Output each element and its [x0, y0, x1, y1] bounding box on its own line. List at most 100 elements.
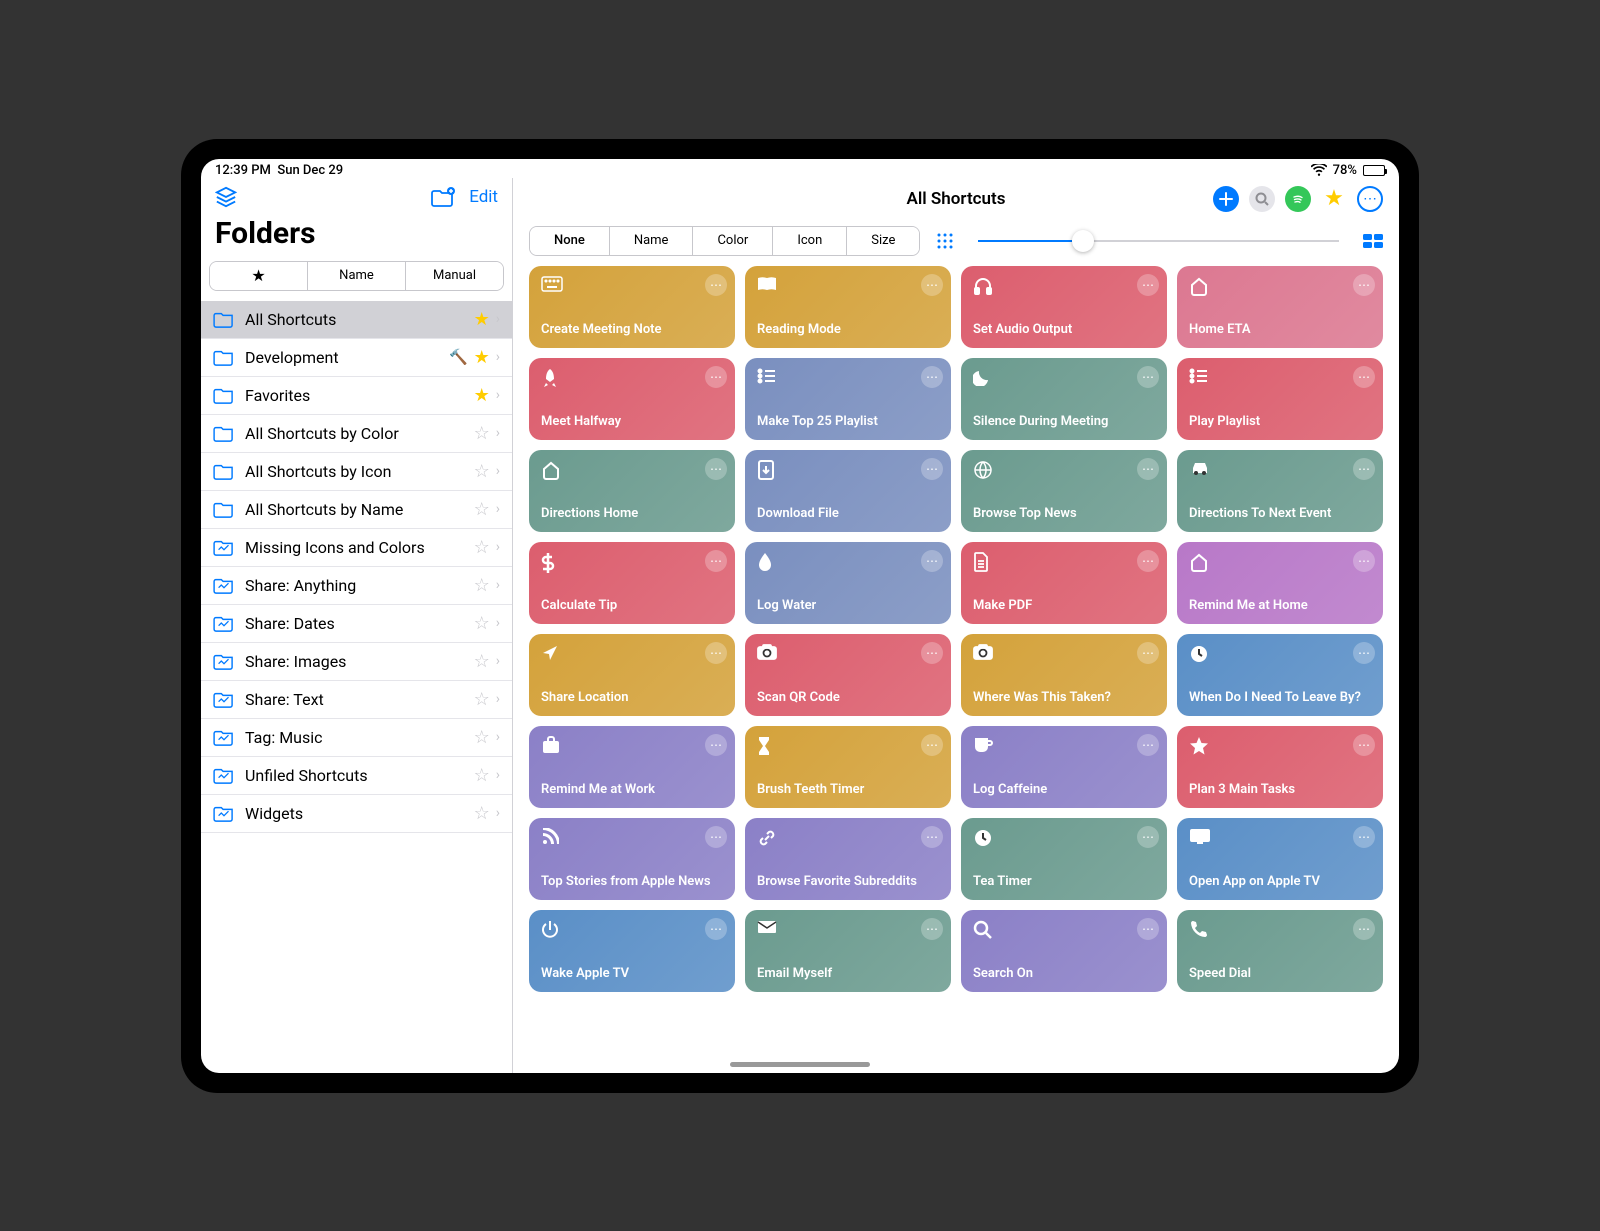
- sort-manual[interactable]: Manual: [406, 262, 503, 290]
- folder-item[interactable]: Share: Text ☆ ›: [201, 681, 512, 719]
- shortcut-card[interactable]: Remind Me at Work ⋯: [529, 726, 735, 808]
- star-icon[interactable]: ☆: [474, 803, 490, 824]
- star-icon[interactable]: ★: [474, 309, 490, 330]
- shortcut-card[interactable]: Tea Timer ⋯: [961, 818, 1167, 900]
- shortcut-card[interactable]: Play Playlist ⋯: [1177, 358, 1383, 440]
- sort-size[interactable]: Size: [847, 227, 919, 255]
- card-more-button[interactable]: ⋯: [1353, 734, 1375, 756]
- folder-item[interactable]: Tag: Music ☆ ›: [201, 719, 512, 757]
- folder-item[interactable]: Share: Dates ☆ ›: [201, 605, 512, 643]
- search-button[interactable]: [1249, 186, 1275, 212]
- folder-item[interactable]: Missing Icons and Colors ☆ ›: [201, 529, 512, 567]
- card-more-button[interactable]: ⋯: [1353, 458, 1375, 480]
- sort-none[interactable]: None: [530, 227, 610, 255]
- card-more-button[interactable]: ⋯: [921, 366, 943, 388]
- favorite-button[interactable]: ★: [1321, 186, 1347, 212]
- shortcut-card[interactable]: Reading Mode ⋯: [745, 266, 951, 348]
- card-more-button[interactable]: ⋯: [705, 366, 727, 388]
- card-more-button[interactable]: ⋯: [1353, 274, 1375, 296]
- shortcut-card[interactable]: Silence During Meeting ⋯: [961, 358, 1167, 440]
- card-more-button[interactable]: ⋯: [1353, 550, 1375, 572]
- shortcut-card[interactable]: Search On ⋯: [961, 910, 1167, 992]
- shortcut-card[interactable]: Email Myself ⋯: [745, 910, 951, 992]
- folder-item[interactable]: Widgets ☆ ›: [201, 795, 512, 833]
- shortcut-card[interactable]: Wake Apple TV ⋯: [529, 910, 735, 992]
- star-icon[interactable]: ☆: [474, 461, 490, 482]
- shortcut-card[interactable]: Directions To Next Event ⋯: [1177, 450, 1383, 532]
- card-more-button[interactable]: ⋯: [921, 918, 943, 940]
- folder-item[interactable]: All Shortcuts by Icon ☆ ›: [201, 453, 512, 491]
- star-icon[interactable]: ☆: [474, 499, 490, 520]
- shortcut-card[interactable]: When Do I Need To Leave By? ⋯: [1177, 634, 1383, 716]
- card-more-button[interactable]: ⋯: [705, 458, 727, 480]
- shortcut-card[interactable]: Meet Halfway ⋯: [529, 358, 735, 440]
- shortcut-card[interactable]: Scan QR Code ⋯: [745, 634, 951, 716]
- sort-name-main[interactable]: Name: [610, 227, 694, 255]
- shortcut-card[interactable]: Make PDF ⋯: [961, 542, 1167, 624]
- card-more-button[interactable]: ⋯: [1137, 734, 1159, 756]
- star-icon[interactable]: ☆: [474, 651, 490, 672]
- folder-item[interactable]: Unfiled Shortcuts ☆ ›: [201, 757, 512, 795]
- spotify-button[interactable]: [1285, 186, 1311, 212]
- star-icon[interactable]: ★: [474, 347, 490, 368]
- folder-item[interactable]: All Shortcuts by Color ☆ ›: [201, 415, 512, 453]
- shortcut-card[interactable]: Log Caffeine ⋯: [961, 726, 1167, 808]
- folder-item[interactable]: Share: Anything ☆ ›: [201, 567, 512, 605]
- shortcut-card[interactable]: Download File ⋯: [745, 450, 951, 532]
- star-icon[interactable]: ☆: [474, 423, 490, 444]
- shortcut-card[interactable]: Calculate Tip ⋯: [529, 542, 735, 624]
- card-more-button[interactable]: ⋯: [1137, 274, 1159, 296]
- card-more-button[interactable]: ⋯: [1353, 918, 1375, 940]
- star-icon[interactable]: ☆: [474, 537, 490, 558]
- card-more-button[interactable]: ⋯: [1353, 642, 1375, 664]
- sort-color[interactable]: Color: [693, 227, 773, 255]
- shortcut-card[interactable]: Log Water ⋯: [745, 542, 951, 624]
- shortcut-card[interactable]: Set Audio Output ⋯: [961, 266, 1167, 348]
- card-more-button[interactable]: ⋯: [1137, 918, 1159, 940]
- more-button[interactable]: ⋯: [1357, 186, 1383, 212]
- new-folder-icon[interactable]: [431, 187, 455, 207]
- shortcut-card[interactable]: Browse Favorite Subreddits ⋯: [745, 818, 951, 900]
- star-icon[interactable]: ☆: [474, 765, 490, 786]
- zoom-slider[interactable]: [978, 240, 1339, 242]
- layers-icon[interactable]: [215, 186, 237, 208]
- shortcut-card[interactable]: Remind Me at Home ⋯: [1177, 542, 1383, 624]
- shortcut-card[interactable]: Speed Dial ⋯: [1177, 910, 1383, 992]
- card-more-button[interactable]: ⋯: [1137, 458, 1159, 480]
- shortcut-card[interactable]: Open App on Apple TV ⋯: [1177, 818, 1383, 900]
- star-icon[interactable]: ☆: [474, 575, 490, 596]
- star-icon[interactable]: ☆: [474, 689, 490, 710]
- sort-starred[interactable]: ★: [210, 262, 308, 290]
- star-icon[interactable]: ☆: [474, 727, 490, 748]
- folder-item[interactable]: Development 🔨 ★ ›: [201, 339, 512, 377]
- edit-button[interactable]: Edit: [469, 187, 498, 207]
- card-more-button[interactable]: ⋯: [921, 826, 943, 848]
- card-more-button[interactable]: ⋯: [1353, 826, 1375, 848]
- shortcut-card[interactable]: Where Was This Taken? ⋯: [961, 634, 1167, 716]
- card-more-button[interactable]: ⋯: [1137, 826, 1159, 848]
- folder-item[interactable]: All Shortcuts ★ ›: [201, 301, 512, 339]
- folder-item[interactable]: Share: Images ☆ ›: [201, 643, 512, 681]
- card-more-button[interactable]: ⋯: [705, 734, 727, 756]
- folder-item[interactable]: All Shortcuts by Name ☆ ›: [201, 491, 512, 529]
- shortcut-card[interactable]: Create Meeting Note ⋯: [529, 266, 735, 348]
- card-more-button[interactable]: ⋯: [1353, 366, 1375, 388]
- sort-name[interactable]: Name: [308, 262, 406, 290]
- grid-small-icon[interactable]: [936, 232, 954, 250]
- card-more-button[interactable]: ⋯: [921, 642, 943, 664]
- star-icon[interactable]: ★: [474, 385, 490, 406]
- card-more-button[interactable]: ⋯: [1137, 550, 1159, 572]
- card-more-button[interactable]: ⋯: [1137, 366, 1159, 388]
- shortcut-card[interactable]: Make Top 25 Playlist ⋯: [745, 358, 951, 440]
- add-button[interactable]: [1213, 186, 1239, 212]
- folder-item[interactable]: Favorites ★ ›: [201, 377, 512, 415]
- card-more-button[interactable]: ⋯: [1137, 642, 1159, 664]
- card-more-button[interactable]: ⋯: [705, 642, 727, 664]
- card-more-button[interactable]: ⋯: [921, 550, 943, 572]
- card-more-button[interactable]: ⋯: [921, 458, 943, 480]
- card-more-button[interactable]: ⋯: [921, 734, 943, 756]
- card-more-button[interactable]: ⋯: [705, 274, 727, 296]
- shortcut-card[interactable]: Browse Top News ⋯: [961, 450, 1167, 532]
- shortcut-card[interactable]: Directions Home ⋯: [529, 450, 735, 532]
- shortcut-card[interactable]: Share Location ⋯: [529, 634, 735, 716]
